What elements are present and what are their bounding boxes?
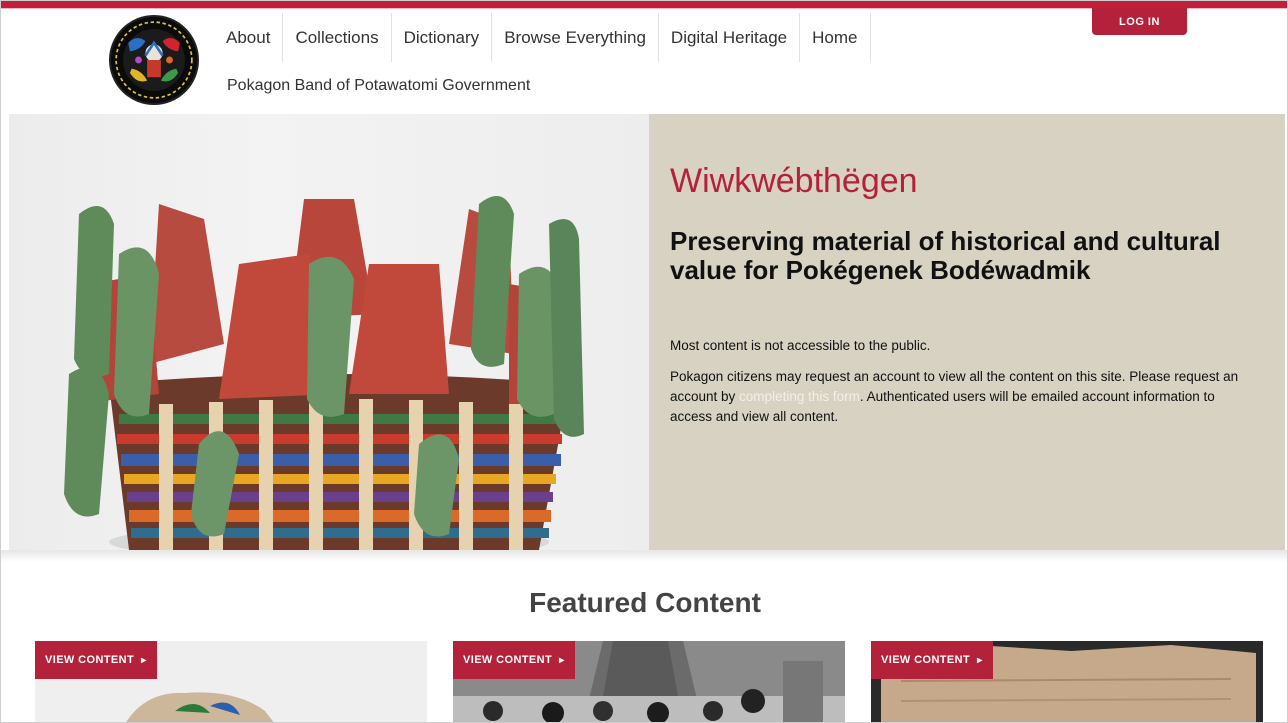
nav-browse-everything[interactable]: Browse Everything [492, 13, 659, 62]
featured-card-2[interactable]: VIEW CONTENT ▸ [453, 641, 845, 722]
nav-digital-heritage[interactable]: Digital Heritage [659, 13, 801, 62]
nav-home[interactable]: Home [800, 13, 871, 62]
view-content-label: VIEW CONTENT [881, 654, 971, 666]
caret-right-icon: ▸ [977, 654, 983, 666]
nav-about[interactable]: About [216, 13, 284, 62]
view-content-label: VIEW CONTENT [463, 654, 553, 666]
main-nav: About Collections Dictionary Browse Ever… [216, 13, 871, 62]
site-logo[interactable] [109, 15, 199, 105]
featured-card-1[interactable]: VIEW CONTENT ▸ [35, 641, 427, 722]
hero-access-note: Most content is not accessible to the pu… [670, 338, 931, 353]
page: About Collections Dictionary Browse Ever… [0, 0, 1288, 723]
view-content-button[interactable]: VIEW CONTENT ▸ [871, 641, 993, 679]
hero-subtitle: Preserving material of historical and cu… [670, 226, 1221, 285]
section-divider [1, 550, 1287, 562]
request-account-form-link[interactable]: completing this form [739, 389, 860, 404]
featured-card-3[interactable]: VIEW CONTENT ▸ [871, 641, 1263, 722]
hero-basket-image [9, 114, 649, 550]
caret-right-icon: ▸ [559, 654, 565, 666]
site-name[interactable]: Pokagon Band of Potawatomi Government [227, 77, 530, 95]
view-content-button[interactable]: VIEW CONTENT ▸ [453, 641, 575, 679]
caret-right-icon: ▸ [141, 654, 147, 666]
login-button[interactable]: LOG IN [1092, 8, 1187, 35]
pokagon-seal-icon [112, 18, 196, 102]
top-accent-bar [1, 1, 1287, 8]
hero-text-panel: Wiwkwébthëgen Preserving material of his… [649, 114, 1285, 550]
hero-title: Wiwkwébthëgen [670, 162, 918, 200]
featured-content-heading: Featured Content [529, 587, 761, 618]
view-content-label: VIEW CONTENT [45, 654, 135, 666]
hero-account-info: Pokagon citizens may request an account … [670, 367, 1260, 427]
view-content-button[interactable]: VIEW CONTENT ▸ [35, 641, 157, 679]
nav-collections[interactable]: Collections [283, 13, 392, 62]
hero-section: Wiwkwébthëgen Preserving material of his… [9, 114, 1285, 550]
nav-dictionary[interactable]: Dictionary [392, 13, 493, 62]
